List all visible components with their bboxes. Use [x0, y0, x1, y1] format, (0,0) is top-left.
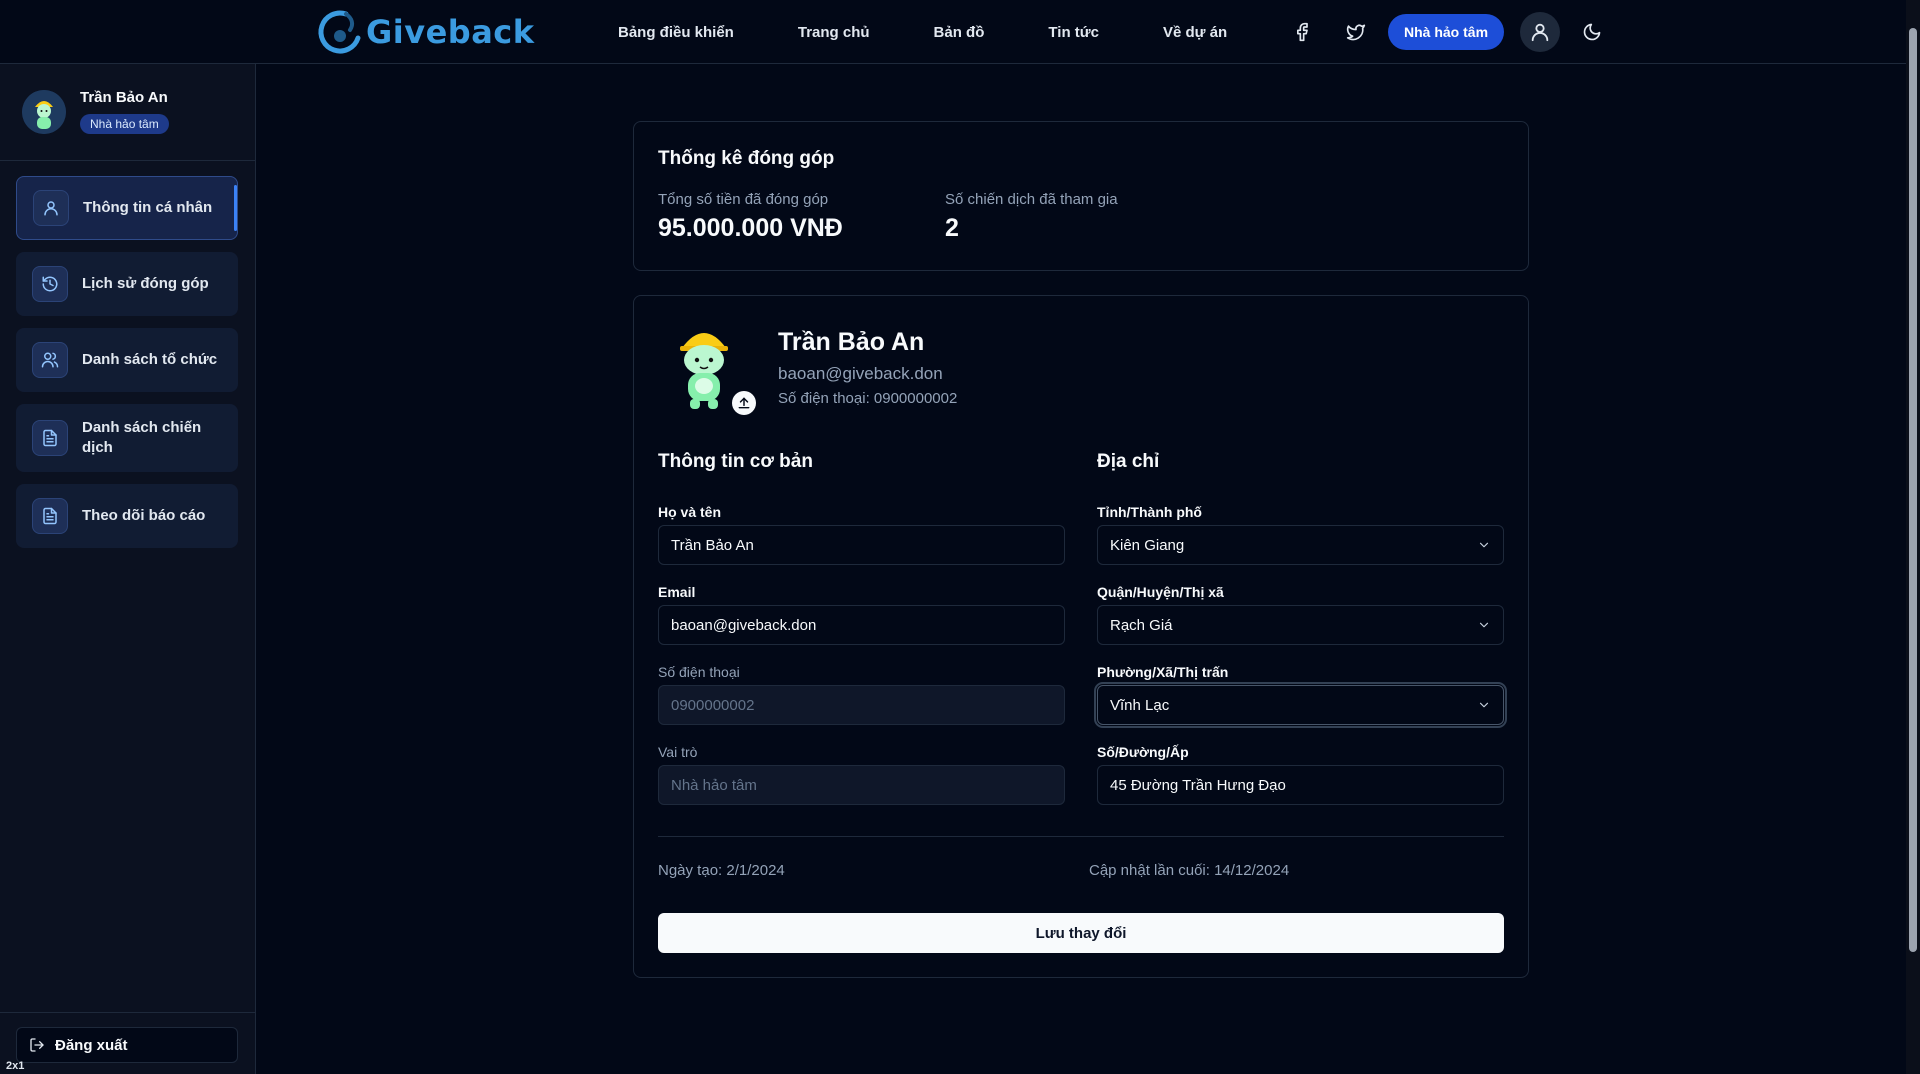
moon-icon[interactable] [1574, 14, 1610, 50]
logout-label: Đăng xuất [55, 1036, 128, 1054]
save-button[interactable]: Lưu thay đổi [658, 913, 1504, 953]
logout-icon [30, 1038, 44, 1052]
stat-campaigns-label: Số chiến dịch đã tham gia [945, 191, 1118, 208]
province-select[interactable]: Kiên Giang [1097, 525, 1504, 565]
twitter-icon[interactable] [1338, 14, 1374, 50]
email-label: Email [658, 584, 696, 600]
main-nav: Bảng điều khiển Trang chủ Bản đồ Tin tức… [618, 0, 1227, 64]
file-text-icon [32, 420, 68, 456]
stats-title: Thống kê đóng góp [658, 148, 835, 169]
sidebar-item-organizations[interactable]: Danh sách tổ chức [16, 328, 238, 392]
profile-name: Trần Bảo An [778, 328, 925, 356]
sidebar-user-name: Trần Bảo An [80, 89, 168, 106]
nav-link-home[interactable]: Trang chủ [798, 24, 870, 41]
sidebar-item-donation-history[interactable]: Lịch sử đóng góp [16, 252, 238, 316]
avatar [22, 90, 66, 134]
sidebar-item-label: Thông tin cá nhân [83, 199, 213, 216]
profile-avatar[interactable] [668, 320, 740, 412]
stat-total: Tổng số tiền đã đóng góp 95.000.000 VNĐ [658, 191, 843, 243]
users-icon [32, 342, 68, 378]
sidebar-role-badge: Nhà hảo tâm [80, 114, 169, 134]
district-select[interactable]: Rạch Giá [1097, 605, 1504, 645]
role-input: Nhà hảo tâm [658, 765, 1065, 805]
district-label: Quận/Huyện/Thị xã [1097, 584, 1224, 600]
role-button[interactable]: Nhà hảo tâm [1388, 14, 1505, 50]
created-date: Ngày tạo: 2/1/2024 [658, 862, 785, 879]
stat-campaigns: Số chiến dịch đã tham gia 2 [945, 191, 1118, 243]
province-label: Tỉnh/Thành phố [1097, 504, 1202, 520]
sidebar-item-label: Danh sách tổ chức [82, 351, 218, 368]
basic-info-title: Thông tin cơ bản [658, 451, 813, 472]
nav-actions: Nhà hảo tâm [1284, 0, 1610, 64]
scrollbar-thumb[interactable] [1909, 28, 1917, 952]
chevron-down-icon [1479, 542, 1489, 548]
sidebar: Trần Bảo An Nhà hảo tâm Thông tin cá nhâ… [0, 64, 256, 1074]
stat-total-value: 95.000.000 VNĐ [658, 214, 843, 242]
nav-link-news[interactable]: Tin tức [1048, 24, 1099, 41]
sidebar-menu: Thông tin cá nhân Lịch sử đóng góp Danh … [16, 176, 238, 560]
brand-logo[interactable]: Giveback [316, 8, 535, 56]
phone-input: 0900000002 [658, 685, 1065, 725]
sidebar-profile: Trần Bảo An Nhà hảo tâm [0, 64, 255, 161]
top-navbar: Giveback Bảng điều khiển Trang chủ Bản đ… [0, 0, 1920, 64]
chevron-down-icon [1479, 702, 1489, 708]
street-input[interactable]: 45 Đường Trần Hưng Đạo [1097, 765, 1504, 805]
fullname-label: Họ và tên [658, 504, 722, 520]
stat-total-label: Tổng số tiền đã đóng góp [658, 191, 829, 208]
logout-area: Đăng xuất 2x1 [0, 1012, 256, 1074]
chevron-down-icon [1479, 622, 1489, 628]
profile-card: Trần Bảo An baoan@giveback.don Số điện t… [633, 295, 1529, 978]
facebook-icon[interactable] [1284, 14, 1320, 50]
stats-card: Thống kê đóng góp Tổng số tiền đã đóng g… [633, 121, 1529, 271]
address-title: Địa chỉ [1097, 451, 1160, 472]
ward-value: Vĩnh Lạc [1110, 696, 1170, 714]
upload-avatar-icon[interactable] [732, 391, 756, 415]
nav-link-about[interactable]: Về dự án [1163, 24, 1227, 41]
user-icon [33, 190, 69, 226]
file-text-icon [32, 498, 68, 534]
scrollbar[interactable] [1906, 0, 1920, 1074]
profile-email: baoan@giveback.don [778, 364, 943, 383]
sidebar-item-label: Theo dõi báo cáo [82, 507, 206, 524]
divider [658, 836, 1504, 837]
nav-link-map[interactable]: Bản đồ [934, 24, 985, 41]
email-input[interactable]: baoan@giveback.don [658, 605, 1065, 645]
sidebar-item-label: Danh sách chiến dịch [82, 419, 202, 456]
province-value: Kiên Giang [1110, 536, 1185, 554]
ward-label: Phường/Xã/Thị trấn [1097, 664, 1229, 680]
corner-tag: 2x1 [6, 1060, 25, 1072]
street-label: Số/Đường/Ấp [1097, 744, 1189, 760]
sidebar-item-campaigns[interactable]: Danh sách chiến dịch [16, 404, 238, 472]
fullname-input[interactable]: Trần Bảo An [658, 525, 1065, 565]
ward-select[interactable]: Vĩnh Lạc [1094, 682, 1507, 728]
logout-button[interactable]: Đăng xuất [16, 1027, 238, 1063]
nav-link-dashboard[interactable]: Bảng điều khiển [618, 24, 734, 41]
brand-name: Giveback [366, 13, 535, 51]
updated-date: Cập nhật lần cuối: 14/12/2024 [1089, 862, 1290, 879]
history-icon [32, 266, 68, 302]
district-value: Rạch Giá [1110, 616, 1173, 634]
user-icon[interactable] [1520, 12, 1561, 52]
sidebar-item-personal-info[interactable]: Thông tin cá nhân [16, 176, 238, 240]
giveback-logo-icon [318, 10, 361, 54]
sidebar-item-label: Lịch sử đóng góp [82, 275, 209, 292]
phone-label: Số điện thoại [658, 664, 740, 680]
sidebar-item-reports[interactable]: Theo dõi báo cáo [16, 484, 238, 548]
role-label: Vai trò [658, 744, 698, 760]
stat-campaigns-value: 2 [945, 214, 959, 242]
profile-phone: Số điện thoại: 0900000002 [778, 390, 958, 407]
